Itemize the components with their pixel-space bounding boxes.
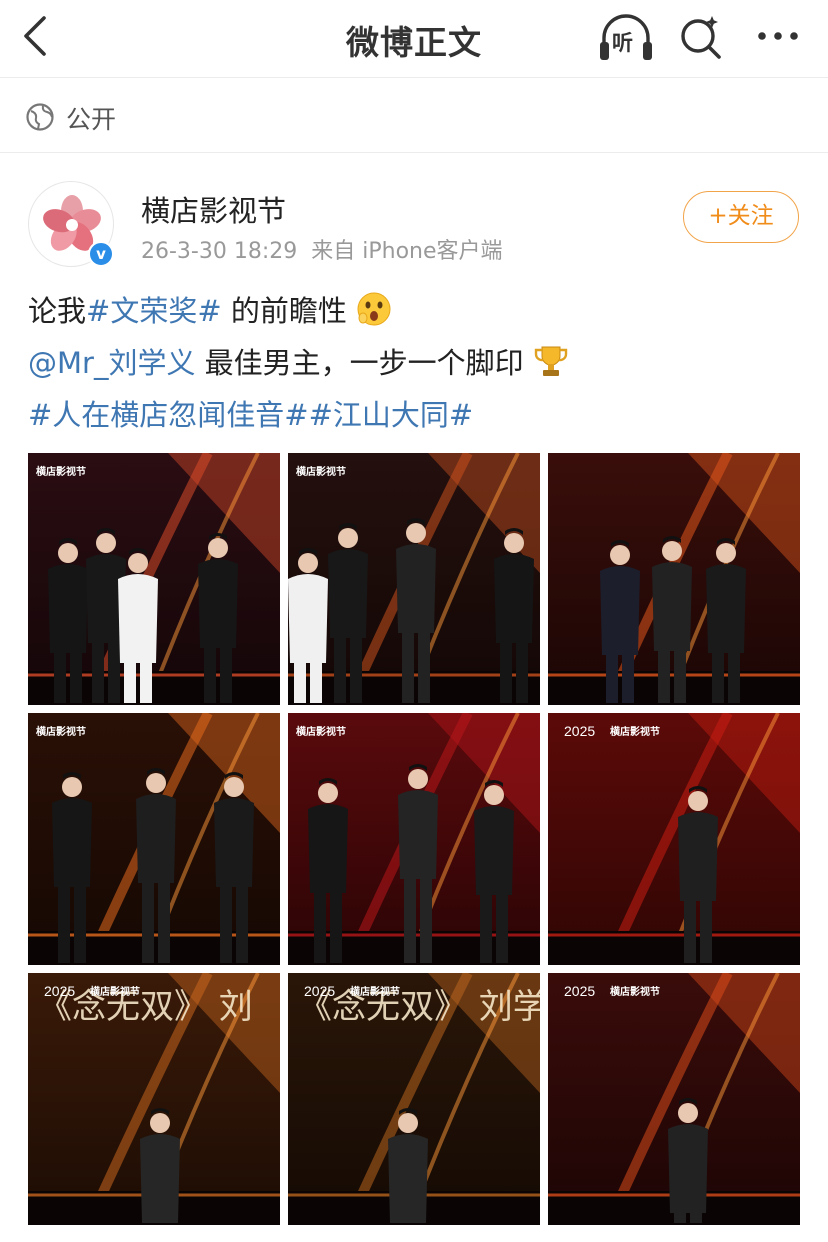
search-icon[interactable]: [676, 12, 726, 62]
photo-logo-label: 横店影视节: [296, 467, 346, 478]
photo-logo-label: 横店影视节: [350, 987, 400, 998]
hashtag-link[interactable]: #江山大同#: [309, 398, 474, 432]
verified-badge-icon: v: [88, 241, 114, 267]
photo-thumbnail[interactable]: 横店影视节: [28, 713, 280, 965]
post-time: 26-3-30 18:29: [141, 239, 298, 264]
listen-label: 听: [612, 31, 633, 55]
award-stage-photo: [548, 453, 800, 705]
visibility-row: 公开: [0, 79, 828, 153]
award-stage-photo: [28, 713, 280, 965]
post-body: 论我#文荣奖# 的前瞻性 @Mr_刘学义 最佳男主，一步一个脚印 #人在横店忽闻…: [28, 285, 808, 441]
follow-button[interactable]: +关注: [683, 191, 799, 243]
award-stage-photo: [288, 713, 540, 965]
post-text-segment: 的前瞻性: [221, 294, 347, 328]
post-text-segment: 最佳男主，一步一个脚印: [195, 346, 524, 380]
photo-year-label: 2025: [564, 723, 596, 739]
post-meta: 26-3-30 18:29 来自 iPhone客户端: [141, 233, 503, 265]
user-mention-link[interactable]: @Mr_刘学义: [28, 346, 195, 380]
photo-thumbnail[interactable]: 2025 横店影视节: [548, 713, 800, 965]
award-stage-photo: [548, 973, 800, 1225]
surprised-face-emoji-icon: [357, 292, 391, 326]
award-stage-photo: [288, 453, 540, 705]
hashtag-link[interactable]: #人在横店忽闻佳音#: [28, 398, 309, 432]
hashtag-link[interactable]: #文荣奖#: [86, 294, 222, 328]
award-stage-photo: [548, 713, 800, 965]
photo-logo-label: 横店影视节: [90, 987, 140, 998]
trophy-emoji-icon: [534, 346, 568, 376]
photo-thumbnail[interactable]: 《念无双》 刘学 2025 横店影视节: [288, 973, 540, 1225]
photo-thumbnail[interactable]: 横店影视节: [288, 713, 540, 965]
photo-thumbnail[interactable]: 横店影视节: [288, 453, 540, 705]
photo-thumbnail[interactable]: 横店影视节: [28, 453, 280, 705]
photo-thumbnail[interactable]: 2025 横店影视节: [548, 973, 800, 1225]
photo-year-label: 2025: [304, 983, 336, 999]
photo-thumbnail[interactable]: 《念无双》 刘 2025 横店影视节: [28, 973, 280, 1225]
globe-icon: [26, 103, 54, 131]
visibility-label: 公开: [66, 105, 117, 134]
post-text-segment: 论我: [28, 294, 87, 328]
photo-logo-label: 横店影视节: [610, 727, 660, 738]
photo-year-label: 2025: [564, 983, 596, 999]
username[interactable]: 横店影视节: [141, 188, 286, 230]
award-stage-photo: [28, 453, 280, 705]
top-nav-bar: 微博正文 听: [0, 0, 828, 78]
photo-logo-label: 横店影视节: [36, 727, 86, 738]
photo-year-label: 2025: [44, 983, 76, 999]
more-options-icon[interactable]: [750, 14, 806, 58]
photo-logo-label: 横店影视节: [610, 987, 660, 998]
photo-logo-label: 横店影视节: [36, 467, 86, 478]
photo-logo-label: 横店影视节: [296, 727, 346, 738]
post-source: 来自 iPhone客户端: [311, 239, 503, 264]
photo-thumbnail[interactable]: [548, 453, 800, 705]
